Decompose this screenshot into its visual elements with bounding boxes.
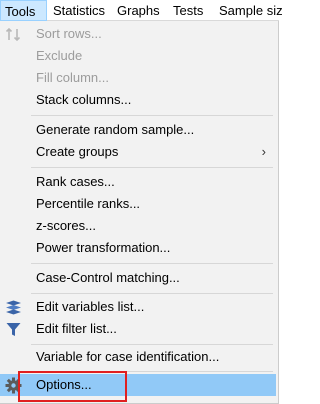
menu-item-label: Fill column... xyxy=(36,70,109,85)
menu-item-sort-rows[interactable]: Sort rows... xyxy=(0,23,276,45)
menu-bar: Tools Statistics Graphs Tests Sample siz xyxy=(0,0,283,21)
menu-graphs-label: Graphs xyxy=(117,3,160,18)
menu-tests-label: Tests xyxy=(173,3,204,18)
menu-item-label: Variable for case identification... xyxy=(36,349,220,364)
menu-item-label: Percentile ranks... xyxy=(36,196,141,211)
filter-icon xyxy=(5,321,22,338)
menu-statistics[interactable]: Statistics xyxy=(53,0,105,21)
annotation-highlight-box xyxy=(18,371,127,402)
menu-item-label: Exclude xyxy=(36,48,83,63)
chevron-right-icon: › xyxy=(261,144,266,159)
menu-item-exclude[interactable]: Exclude xyxy=(0,45,276,67)
menu-separator xyxy=(31,263,273,264)
menu-sample-size-label: Sample siz xyxy=(219,3,283,18)
menu-item-fill-column[interactable]: Fill column... xyxy=(0,67,276,89)
menu-tools-label: Tools xyxy=(5,4,36,19)
menu-item-label: Stack columns... xyxy=(36,92,132,107)
menu-item-label: Sort rows... xyxy=(36,26,102,41)
menu-separator xyxy=(31,167,273,168)
menu-item-edit-variables-list[interactable]: Edit variables list... xyxy=(0,296,276,318)
menu-item-variable-for-case-identification[interactable]: Variable for case identification... xyxy=(0,346,276,368)
menu-item-label: z-scores... xyxy=(36,218,96,233)
menu-item-percentile-ranks[interactable]: Percentile ranks... xyxy=(0,193,276,215)
menu-item-rank-cases[interactable]: Rank cases... xyxy=(0,171,276,193)
menu-item-stack-columns[interactable]: Stack columns... xyxy=(0,89,276,111)
menu-item-label: Create groups xyxy=(36,144,119,159)
menu-item-case-control-matching[interactable]: Case-Control matching... xyxy=(0,267,276,289)
menu-graphs[interactable]: Graphs xyxy=(117,0,160,21)
menu-item-label: Power transformation... xyxy=(36,240,171,255)
menu-separator xyxy=(31,344,273,345)
menu-item-label: Rank cases... xyxy=(36,174,115,189)
menu-tests[interactable]: Tests xyxy=(173,0,203,21)
menu-statistics-label: Statistics xyxy=(53,3,106,18)
menu-item-z-scores[interactable]: z-scores... xyxy=(0,215,276,237)
menu-sample-size[interactable]: Sample siz xyxy=(219,0,283,21)
menu-item-generate-random-sample[interactable]: Generate random sample... xyxy=(0,119,276,141)
menu-item-label: Edit variables list... xyxy=(36,299,145,314)
menu-item-edit-filter-list[interactable]: Edit filter list... xyxy=(0,318,276,340)
tools-dropdown-menu: Sort rows... Exclude Fill column... Stac… xyxy=(0,21,279,404)
menu-tools[interactable]: Tools xyxy=(0,0,47,21)
menu-item-label: Edit filter list... xyxy=(36,321,117,336)
menu-item-label: Case-Control matching... xyxy=(36,270,180,285)
variables-list-icon xyxy=(5,299,22,316)
menu-item-power-transformation[interactable]: Power transformation... xyxy=(0,237,276,259)
menu-separator xyxy=(31,115,273,116)
menu-item-label: Generate random sample... xyxy=(36,122,195,137)
menu-item-create-groups[interactable]: Create groups › xyxy=(0,141,276,163)
sort-icon xyxy=(5,26,22,43)
menu-separator xyxy=(31,293,273,294)
